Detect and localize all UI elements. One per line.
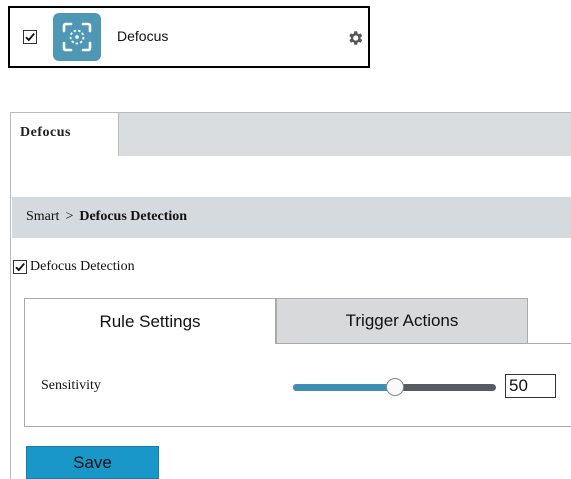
sensitivity-label: Sensitivity <box>41 378 101 393</box>
breadcrumb-parent[interactable]: Smart <box>26 209 59 224</box>
sensitivity-input[interactable] <box>505 374 556 398</box>
defocus-icon[interactable] <box>53 13 101 61</box>
save-button[interactable]: Save <box>26 446 159 479</box>
checkmark-icon <box>25 33 35 42</box>
breadcrumb: Smart > Defocus Detection <box>12 197 571 238</box>
panel-tab-bar: Defocus <box>10 112 571 159</box>
tab-defocus[interactable]: Defocus <box>10 112 119 159</box>
slider-thumb[interactable] <box>386 378 404 396</box>
gear-icon[interactable] <box>345 28 365 48</box>
breadcrumb-separator: > <box>65 209 74 224</box>
tab-trigger-actions[interactable]: Trigger Actions <box>276 298 528 344</box>
defocus-detection-label[interactable]: Defocus Detection <box>30 259 135 275</box>
defocus-detection-checkbox[interactable] <box>13 260 27 274</box>
sensitivity-slider[interactable] <box>293 377 496 399</box>
tab-rule-settings[interactable]: Rule Settings <box>24 298 276 344</box>
checkmark-icon <box>15 263 25 272</box>
tab-defocus-label: Defocus <box>20 125 71 140</box>
defocus-enable-checkbox[interactable] <box>23 30 37 44</box>
defocus-function-card: Defocus <box>8 6 370 68</box>
function-label: Defocus <box>117 28 169 44</box>
breadcrumb-current: Defocus Detection <box>79 209 188 224</box>
slider-fill <box>293 384 395 391</box>
